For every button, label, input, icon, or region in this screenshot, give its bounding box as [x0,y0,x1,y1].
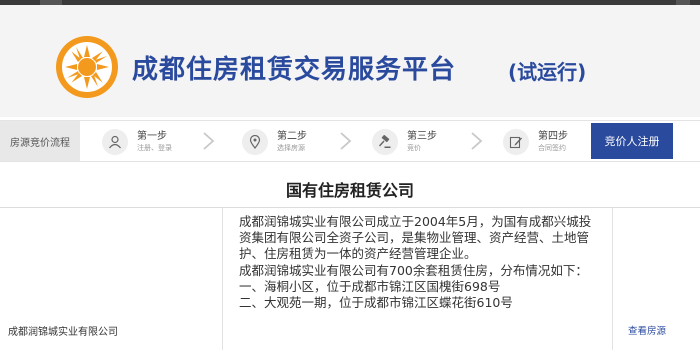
view-listings-link[interactable]: 查看房源 [628,323,666,337]
column-divider [222,208,223,350]
step-2: 第二步 选择房源 [242,121,342,161]
step-1-title: 第一步 [137,131,167,142]
company-row: 成都润锦城实业有限公司 成都润锦城实业有限公司成立于2004年5月，为国有成都兴… [0,208,700,350]
column-divider [612,208,613,350]
chevron-right-icon [203,132,215,150]
section-title: 国有住房租赁公司 [0,170,700,208]
step-2-title: 第二步 [277,131,307,142]
gavel-icon [372,129,398,155]
step-3-title: 第三步 [407,131,437,142]
company-name: 成都润锦城实业有限公司 [8,327,118,338]
step-4-title: 第四步 [538,131,568,142]
step-4: 第四步 合同签约 [503,121,591,161]
user-icon [102,129,128,155]
company-description: 成都润锦城实业有限公司成立于2004年5月，为国有成都兴城投资集团有限公司全资子… [239,214,599,311]
step-3: 第三步 竞价 [372,121,472,161]
bidding-steps-bar: 房源竞价流程 第一步 注册、登录 第二步 选择房源 第三步 竞价 第四步 合同签… [0,120,700,162]
location-pin-icon [242,129,268,155]
description-paragraph: 成都润锦城实业有限公司成立于2004年5月，为国有成都兴城投资集团有限公司全资子… [239,214,592,262]
step-4-sub: 合同签约 [538,144,566,152]
step-1-sub: 注册、登录 [137,144,172,152]
step-3-sub: 竞价 [407,144,421,152]
site-subtitle: (试运行) [508,60,587,84]
step-2-sub: 选择房源 [277,144,305,152]
site-title: 成都住房租赁交易服务平台 [132,55,457,85]
description-paragraph: 二、大观苑一期，位于成都市锦江区蝶花街610号 [239,295,513,311]
chevron-right-icon [340,132,352,150]
bidder-register-button[interactable]: 竞价人注册 [591,123,673,159]
edit-icon [503,129,529,155]
sun-logo-icon[interactable] [55,35,119,99]
description-paragraph: 成都润锦城实业有限公司有700余套租赁住房，分布情况如下： [239,262,588,278]
chevron-right-icon [471,132,483,150]
description-paragraph: 一、海桐小区，位于成都市锦江区国槐街698号 [239,278,501,294]
site-header: 成都住房租赁交易服务平台 (试运行) [0,5,700,117]
flow-label: 房源竞价流程 [0,121,80,161]
step-1: 第一步 注册、登录 [102,121,202,161]
